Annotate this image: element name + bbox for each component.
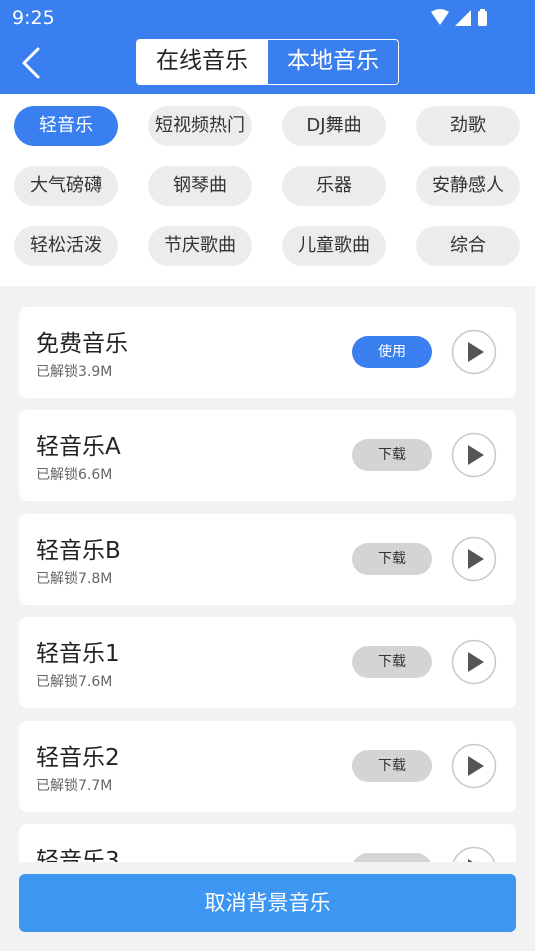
play-icon[interactable] <box>451 639 497 685</box>
music-title: 轻音乐3 <box>36 848 120 862</box>
category-chip[interactable]: 钢琴曲 <box>148 166 252 206</box>
music-title: 轻音乐B <box>36 538 121 564</box>
tab-local-music[interactable]: 本地音乐 <box>267 40 398 84</box>
category-panel: 轻音乐 短视频热门 DJ舞曲 劲歌 大气磅礴 钢琴曲 乐器 安静感人 轻松活泼 … <box>0 94 535 286</box>
category-chip[interactable]: 短视频热门 <box>148 106 252 146</box>
play-icon[interactable] <box>451 432 497 478</box>
cancel-background-music-button[interactable]: 取消背景音乐 <box>19 874 516 932</box>
status-time: 9:25 <box>12 7 55 29</box>
category-chip[interactable]: 综合 <box>416 226 520 266</box>
music-title: 轻音乐A <box>36 434 121 460</box>
category-chip[interactable]: 安静感人 <box>416 166 520 206</box>
wifi-icon <box>431 9 449 25</box>
category-chip[interactable]: 轻松活泼 <box>14 226 118 266</box>
music-source-tabs: 在线音乐 本地音乐 <box>136 39 399 85</box>
music-list-item: 轻音乐A 已解锁6.6M 下载 <box>19 410 516 501</box>
music-size: 已解锁3.9M <box>36 364 113 380</box>
music-size: 已解锁7.6M <box>36 674 113 690</box>
category-chip[interactable]: 节庆歌曲 <box>148 226 252 266</box>
download-button[interactable]: 下载 <box>352 439 432 471</box>
music-list-item: 轻音乐B 已解锁7.8M 下载 <box>19 514 516 605</box>
music-list-item: 免费音乐 已解锁3.9M 使用 <box>19 307 516 398</box>
app-header: 9:25 在线音乐 本地音乐 <box>0 0 535 94</box>
play-icon[interactable] <box>451 329 497 375</box>
music-list-item: 轻音乐3 <box>19 824 516 862</box>
music-title: 免费音乐 <box>36 331 128 357</box>
play-icon[interactable] <box>451 743 497 789</box>
music-size: 已解锁7.8M <box>36 571 113 587</box>
music-list[interactable]: 免费音乐 已解锁3.9M 使用 轻音乐A 已解锁6.6M 下载 轻音乐B 已解锁… <box>0 286 535 862</box>
category-chip[interactable]: 劲歌 <box>416 106 520 146</box>
category-chip[interactable]: 轻音乐 <box>14 106 118 146</box>
play-icon[interactable] <box>451 846 497 862</box>
download-button[interactable] <box>352 853 432 862</box>
battery-icon <box>478 11 487 26</box>
play-icon[interactable] <box>451 536 497 582</box>
back-chevron-left-icon[interactable] <box>18 46 48 80</box>
category-chip[interactable]: DJ舞曲 <box>282 106 386 146</box>
music-list-item: 轻音乐2 已解锁7.7M 下载 <box>19 721 516 812</box>
tab-online-music[interactable]: 在线音乐 <box>137 40 267 84</box>
download-button[interactable]: 下载 <box>352 543 432 575</box>
category-chip[interactable]: 乐器 <box>282 166 386 206</box>
music-list-item: 轻音乐1 已解锁7.6M 下载 <box>19 617 516 708</box>
signal-icon <box>455 10 471 26</box>
status-icons <box>431 9 487 26</box>
category-chip[interactable]: 大气磅礴 <box>14 166 118 206</box>
use-button[interactable]: 使用 <box>352 336 432 368</box>
music-size: 已解锁6.6M <box>36 467 113 483</box>
download-button[interactable]: 下载 <box>352 750 432 782</box>
download-button[interactable]: 下载 <box>352 646 432 678</box>
status-bar: 9:25 <box>0 0 535 36</box>
category-chip[interactable]: 儿童歌曲 <box>282 226 386 266</box>
music-title: 轻音乐2 <box>36 745 120 771</box>
music-title: 轻音乐1 <box>36 641 120 667</box>
music-size: 已解锁7.7M <box>36 778 113 794</box>
